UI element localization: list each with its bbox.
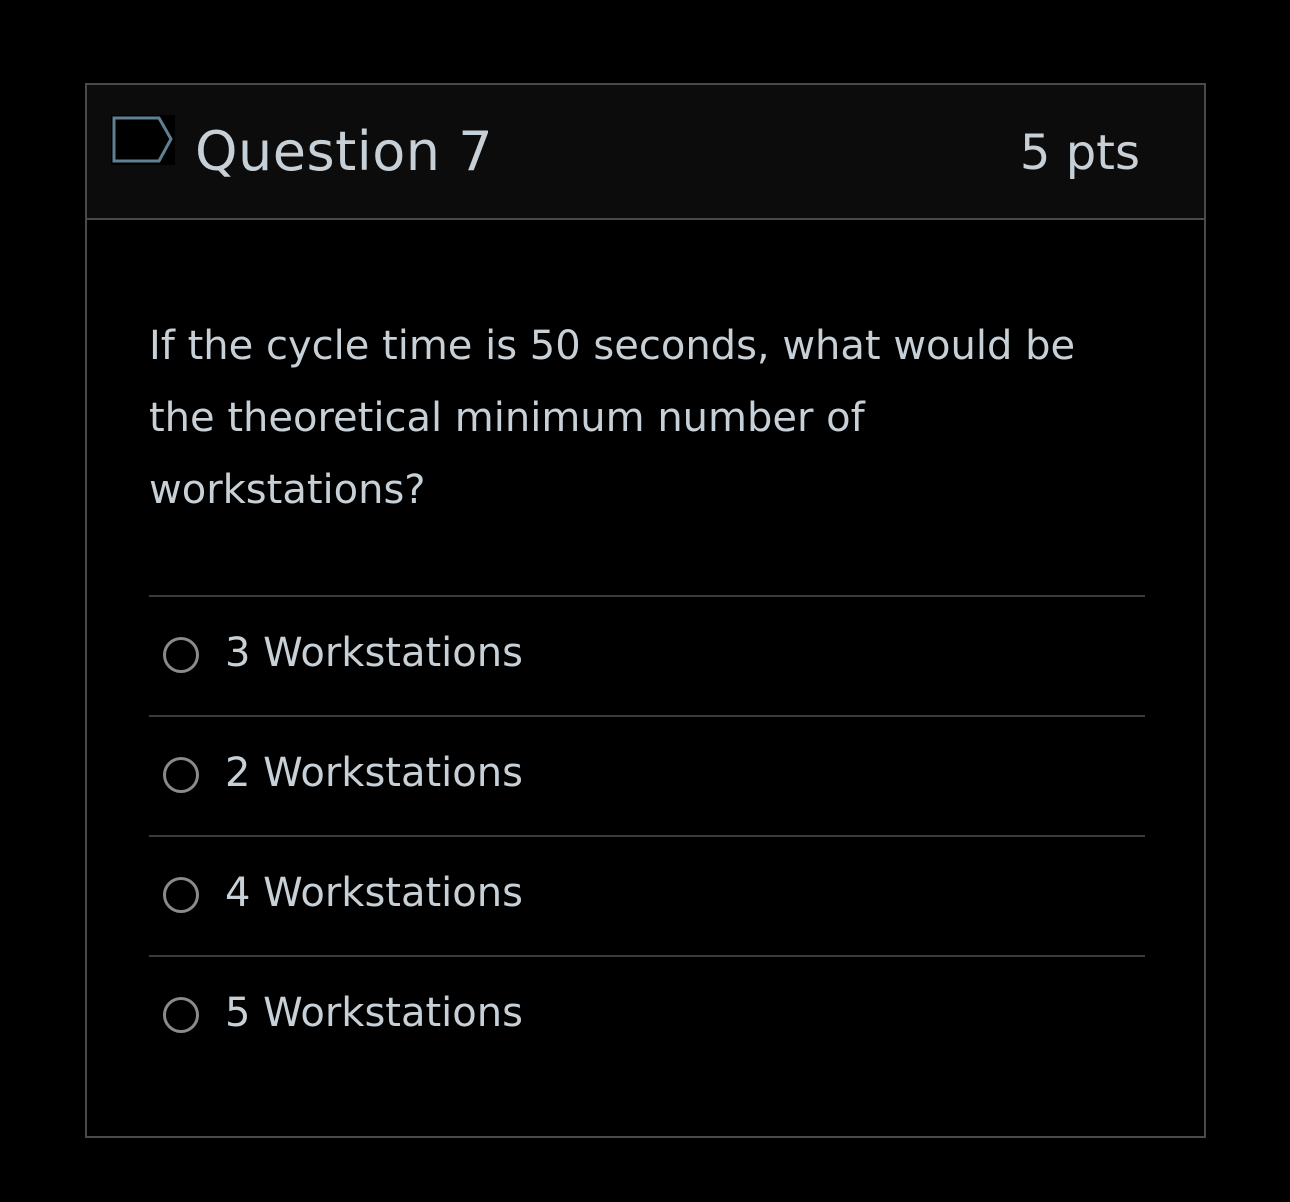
radio-button[interactable]	[163, 757, 199, 793]
question-text: If the cycle time is 50 seconds, what wo…	[149, 323, 1076, 513]
answer-option[interactable]: 4 Workstations	[149, 835, 1145, 955]
radio-button[interactable]	[163, 997, 199, 1033]
answer-option[interactable]: 2 Workstations	[149, 715, 1145, 835]
answer-option[interactable]: 5 Workstations	[149, 955, 1145, 1075]
answers-list: 3 Workstations 2 Workstations 4 Workstat…	[149, 595, 1145, 1075]
answer-label[interactable]: 5 Workstations	[225, 985, 523, 1041]
answer-label[interactable]: 4 Workstations	[225, 865, 523, 921]
answer-label[interactable]: 2 Workstations	[225, 745, 523, 801]
answer-option[interactable]: 3 Workstations	[149, 595, 1145, 715]
question-title: Question 7	[195, 120, 494, 183]
question-header: Question 7 5 pts	[87, 85, 1204, 220]
flag-icon[interactable]	[111, 115, 175, 165]
radio-button[interactable]	[163, 637, 199, 673]
question-card: Question 7 5 pts If the cycle time is 50…	[85, 83, 1206, 1138]
radio-button[interactable]	[163, 877, 199, 913]
answer-label[interactable]: 3 Workstations	[225, 625, 523, 681]
question-points: 5 pts	[1019, 125, 1140, 181]
